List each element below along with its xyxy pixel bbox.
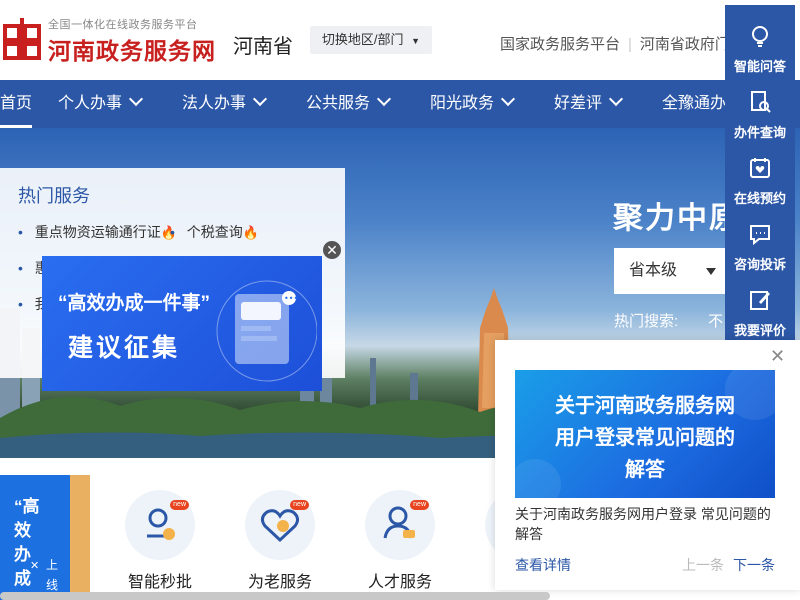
chevron-down-icon <box>252 91 268 107</box>
close-icon[interactable]: ✕ <box>323 241 341 259</box>
logo-title[interactable]: 河南政务服务网 <box>48 32 216 66</box>
link-divider: | <box>628 36 632 53</box>
main-nav: 首页 个人办事 法人办事 公共服务 阳光政务 好差评 全豫通办 <box>0 80 800 128</box>
toolbar-label: 智能问答 <box>733 59 786 74</box>
current-province: 河南省 <box>233 36 293 58</box>
nav-open-government[interactable]: 阳光政务 <box>430 80 516 128</box>
fire-icon: 🔥 <box>242 225 259 240</box>
nav-label: 法人办事 <box>182 95 247 112</box>
service-label: 智能秒批 <box>127 574 192 591</box>
document-search-icon <box>751 91 771 113</box>
service-elderly-care[interactable]: new 为老服务 <box>245 490 315 592</box>
hot-search-keyword[interactable]: 不 <box>708 313 723 330</box>
new-badge: new <box>410 500 429 510</box>
promo-subtitle: 建议征集 <box>68 334 181 362</box>
previous-notice-button[interactable]: 上一条 <box>682 555 724 575</box>
chevron-down-icon <box>128 91 144 107</box>
side-tab-title: “高效办成 <box>14 497 40 588</box>
nav-label: 好差评 <box>554 95 603 112</box>
hot-service-item[interactable]: 重点物资运输通行证🔥 <box>18 222 177 242</box>
notice-popup: ✕ 关于河南政务服务网 用户登录常见问题的 解答 关于河南政务服务网用户登录 常… <box>495 340 800 590</box>
case-query-button[interactable]: 办件查询 <box>725 89 795 141</box>
notice-image-line: 关于河南政务服务网 <box>555 395 735 417</box>
online-booking-button[interactable]: 在线预约 <box>725 155 795 207</box>
chevron-down-icon <box>608 91 624 107</box>
notice-image-line: 用户登录常见问题的 <box>555 427 735 449</box>
notice-image-text: 关于河南政务服务网 用户登录常见问题的 解答 <box>515 390 775 486</box>
region-select[interactable]: 省本级 <box>614 248 734 294</box>
new-badge: new <box>170 500 189 510</box>
evaluate-button[interactable]: 我要评价 <box>725 287 795 339</box>
new-badge: new <box>290 500 309 510</box>
accent-bar <box>70 475 90 600</box>
heart-hand-icon: new <box>245 490 315 560</box>
nav-label: 阳光政务 <box>430 95 495 112</box>
nav-label: 公共服务 <box>306 95 371 112</box>
nav-corporate[interactable]: 法人办事 <box>182 80 268 128</box>
side-tab-subtitle: 上线 <box>46 558 59 592</box>
view-details-link[interactable]: 查看详情 <box>515 555 571 575</box>
bulb-icon <box>752 26 768 47</box>
nav-public-service[interactable]: 公共服务 <box>306 80 392 128</box>
consult-complain-button[interactable]: 咨询投诉 <box>725 221 795 273</box>
horizontal-scrollbar[interactable] <box>0 592 550 600</box>
banner-slogan: 聚力中原 <box>613 202 741 235</box>
nav-home[interactable]: 首页 <box>0 80 33 128</box>
service-label: 人才服务 <box>367 574 432 591</box>
edit-icon <box>750 291 770 310</box>
hot-service-label: 个税查询 <box>186 224 243 240</box>
svg-text:•••: ••• <box>284 294 298 303</box>
logo-subtitle: 全国一体化在线政务服务平台 <box>48 19 198 31</box>
promo-title: “高效办成一件事” <box>58 293 211 314</box>
caret-down-icon <box>706 268 716 275</box>
service-smart-approval[interactable]: new 智能秒批 <box>125 490 195 592</box>
site-header: 全国一体化在线政务服务平台 河南政务服务网 河南省 切换地区/部门 ▼ 国家政务… <box>0 0 800 80</box>
nav-label: 全豫通办 <box>662 95 727 112</box>
suggestion-promo-popup[interactable]: ••• “高效办成一件事” 建议征集 <box>42 256 322 391</box>
stamp-icon: new <box>125 490 195 560</box>
toolbar-label: 我要评价 <box>733 323 786 338</box>
service-label: 为老服务 <box>247 574 312 591</box>
switch-region-label: 切换地区/部门 <box>321 32 404 47</box>
caret-down-icon: ▼ <box>411 36 421 46</box>
chevron-down-icon <box>500 91 516 107</box>
toolbar-label: 办件查询 <box>733 125 786 140</box>
chat-icon <box>750 225 770 246</box>
toolbar-label: 咨询投诉 <box>733 257 786 272</box>
nav-personal[interactable]: 个人办事 <box>58 80 144 128</box>
nav-rating[interactable]: 好差评 <box>554 80 624 128</box>
person-card-icon: new <box>365 490 435 560</box>
notice-description: 关于河南政务服务网用户登录 常见问题的解答 <box>515 506 771 542</box>
close-icon[interactable]: ✕ <box>30 559 39 572</box>
region-select-value: 省本级 <box>629 262 678 279</box>
toolbar-label: 在线预约 <box>733 191 786 206</box>
notice-image[interactable]: 关于河南政务服务网 用户登录常见问题的 解答 <box>515 370 775 498</box>
nav-label: 首页 <box>0 95 33 112</box>
floating-toolbar: 智能问答 办件查询 在线预约 咨询投诉 我要评价 <box>725 5 795 343</box>
document-illustration-icon: ••• <box>216 280 317 382</box>
switch-region-button[interactable]: 切换地区/部门 ▼ <box>310 26 432 54</box>
next-notice-button[interactable]: 下一条 <box>733 555 775 575</box>
hot-service-label: 重点物资运输通行证 <box>34 224 161 240</box>
hot-search-label: 热门搜索: <box>614 313 679 330</box>
service-talent[interactable]: new 人才服务 <box>365 490 435 592</box>
smart-qa-button[interactable]: 智能问答 <box>725 23 795 75</box>
national-platform-link[interactable]: 国家政务服务平台 <box>500 36 620 53</box>
logo-icon[interactable] <box>2 16 42 60</box>
chevron-down-icon <box>376 91 392 107</box>
efficiency-side-tab[interactable]: “高效办成 ✕ 上线 <box>0 475 70 600</box>
nav-label: 个人办事 <box>58 95 123 112</box>
hot-services-title: 热门服务 <box>18 186 90 206</box>
hot-service-item[interactable]: 个税查询🔥 <box>170 222 259 242</box>
close-icon[interactable]: ✕ <box>770 346 785 367</box>
calendar-heart-icon <box>750 158 770 178</box>
notice-image-line: 解答 <box>625 459 665 481</box>
